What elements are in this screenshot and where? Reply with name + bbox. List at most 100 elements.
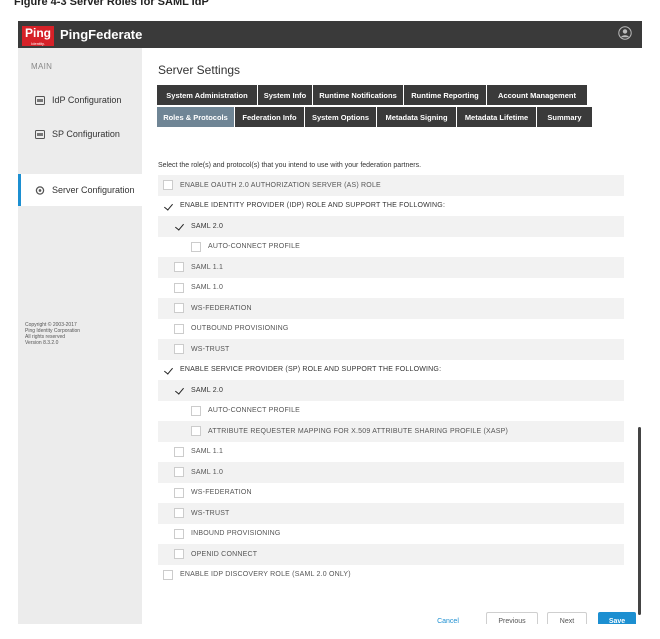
role-option-row[interactable]: AUTO-CONNECT PROFILE (158, 401, 624, 422)
role-option-label: AUTO-CONNECT PROFILE (208, 407, 301, 415)
checkbox-unchecked[interactable] (174, 467, 184, 478)
role-option-row[interactable]: SAML 1.1 (158, 257, 624, 278)
ping-logo[interactable]: Ping Identity. (22, 26, 54, 46)
role-option-label: SAML 1.0 (191, 468, 224, 476)
sp-icon (35, 129, 45, 139)
tab-metadata-signing[interactable]: Metadata Signing (377, 107, 457, 127)
tab-system-administration[interactable]: System Administration (157, 85, 258, 105)
role-option-label: SAML 2.0 (191, 222, 224, 230)
vertical-scrollbar[interactable] (638, 427, 641, 615)
role-option-row[interactable]: INBOUND PROVISIONING (158, 524, 624, 545)
tab-system-options[interactable]: System Options (305, 107, 377, 127)
cancel-button[interactable]: Cancel (428, 612, 468, 625)
sidebar-item-idp-configuration[interactable]: IdP Configuration (18, 84, 142, 116)
role-option-row[interactable]: WS-TRUST (158, 339, 624, 360)
main-content: Server Settings System Administration Sy… (157, 48, 636, 625)
role-option-label: ENABLE OAUTH 2.0 AUTHORIZATION SERVER (A… (180, 181, 381, 189)
role-option-label: SAML 1.1 (191, 448, 224, 456)
next-button[interactable]: Next (547, 612, 587, 624)
checkbox-checked[interactable] (163, 365, 173, 375)
sidebar-item-server-configuration[interactable]: Server Configuration (18, 174, 145, 206)
sidebar: MAIN IdP Configuration SP Configuration … (18, 48, 145, 624)
figure-caption: Figure 4-3 Server Roles for SAML IdP (14, 0, 209, 8)
checkbox-unchecked[interactable] (174, 282, 184, 293)
sidebar-section-label: MAIN (31, 62, 53, 71)
role-option-row[interactable]: WS-FEDERATION (158, 483, 624, 504)
checkbox-unchecked[interactable] (174, 508, 184, 519)
pingfederate-window: Ping Identity. PingFederate MAIN IdP Con… (18, 21, 642, 624)
role-option-label: WS-TRUST (191, 509, 230, 517)
role-option-row[interactable]: ENABLE IDENTITY PROVIDER (IDP) ROLE AND … (158, 196, 624, 217)
tab-row-primary: System Administration System Info Runtim… (157, 85, 588, 105)
sidebar-item-label: Server Configuration (52, 185, 135, 195)
checkbox-unchecked[interactable] (163, 180, 173, 191)
previous-button[interactable]: Previous (486, 612, 538, 624)
checkbox-unchecked[interactable] (174, 528, 184, 539)
role-option-label: SAML 2.0 (191, 386, 224, 394)
role-option-label: WS-TRUST (191, 345, 230, 353)
tab-row-secondary: Roles & Protocols Federation Info System… (157, 107, 593, 127)
role-option-label: SAML 1.0 (191, 284, 224, 292)
role-option-label: INBOUND PROVISIONING (191, 530, 281, 538)
checkbox-unchecked[interactable] (174, 446, 184, 457)
checkbox-unchecked[interactable] (174, 344, 184, 355)
sidebar-item-label: SP Configuration (52, 129, 120, 139)
checkbox-unchecked[interactable] (174, 303, 184, 314)
logo-text: Ping (25, 26, 51, 40)
logo-subtext: Identity. (31, 41, 45, 46)
page-title: Server Settings (158, 63, 241, 77)
tab-runtime-notifications[interactable]: Runtime Notifications (313, 85, 404, 105)
checkbox-unchecked[interactable] (174, 487, 184, 498)
server-gear-icon (35, 185, 45, 195)
top-bar: Ping Identity. PingFederate (18, 21, 642, 48)
role-option-label: WS-FEDERATION (191, 489, 252, 497)
checkbox-checked[interactable] (163, 201, 173, 211)
tab-federation-info[interactable]: Federation Info (235, 107, 305, 127)
checkbox-unchecked[interactable] (174, 549, 184, 560)
copyright-notice: Copyright © 2003-2017 Ping Identity Corp… (25, 322, 80, 346)
role-option-row[interactable]: OPENID CONNECT (158, 544, 624, 565)
checkbox-unchecked[interactable] (191, 241, 201, 252)
checkbox-unchecked[interactable] (191, 405, 201, 416)
sidebar-item-sp-configuration[interactable]: SP Configuration (18, 118, 142, 150)
role-option-row[interactable]: AUTO-CONNECT PROFILE (158, 237, 624, 258)
instructions-text: Select the role(s) and protocol(s) that … (158, 162, 422, 169)
checkbox-unchecked[interactable] (163, 569, 173, 580)
role-option-label: OUTBOUND PROVISIONING (191, 325, 289, 333)
role-option-row[interactable]: WS-FEDERATION (158, 298, 624, 319)
tab-metadata-lifetime[interactable]: Metadata Lifetime (457, 107, 537, 127)
role-option-label: ATTRIBUTE REQUESTER MAPPING FOR X.509 AT… (208, 427, 509, 435)
user-profile-icon[interactable] (618, 26, 632, 40)
roles-list: ENABLE OAUTH 2.0 AUTHORIZATION SERVER (A… (158, 175, 624, 585)
sidebar-item-label: IdP Configuration (52, 95, 122, 105)
tab-system-info[interactable]: System Info (258, 85, 313, 105)
tab-account-management[interactable]: Account Management (487, 85, 588, 105)
role-option-label: ENABLE IDENTITY PROVIDER (IDP) ROLE AND … (180, 202, 446, 210)
product-name: PingFederate (60, 27, 143, 42)
version-line: Version 8.3.2.0 (25, 340, 59, 346)
role-option-label: AUTO-CONNECT PROFILE (208, 243, 301, 251)
role-option-row[interactable]: ENABLE OAUTH 2.0 AUTHORIZATION SERVER (A… (158, 175, 624, 196)
checkbox-checked[interactable] (174, 221, 184, 231)
role-option-label: SAML 1.1 (191, 263, 224, 271)
tab-summary[interactable]: Summary (537, 107, 593, 127)
tab-runtime-reporting[interactable]: Runtime Reporting (404, 85, 487, 105)
checkbox-unchecked[interactable] (174, 323, 184, 334)
role-option-row[interactable]: SAML 1.1 (158, 442, 624, 463)
role-option-row[interactable]: ATTRIBUTE REQUESTER MAPPING FOR X.509 AT… (158, 421, 624, 442)
role-option-row[interactable]: ENABLE IDP DISCOVERY ROLE (SAML 2.0 ONLY… (158, 565, 624, 586)
role-option-row[interactable]: SAML 1.0 (158, 462, 624, 483)
role-option-row[interactable]: SAML 2.0 (158, 380, 624, 401)
role-option-row[interactable]: SAML 1.0 (158, 278, 624, 299)
role-option-label: OPENID CONNECT (191, 550, 258, 558)
role-option-row[interactable]: SAML 2.0 (158, 216, 624, 237)
idp-icon (35, 95, 45, 105)
role-option-row[interactable]: ENABLE SERVICE PROVIDER (SP) ROLE AND SU… (158, 360, 624, 381)
role-option-row[interactable]: OUTBOUND PROVISIONING (158, 319, 624, 340)
checkbox-checked[interactable] (174, 385, 184, 395)
tab-roles-protocols[interactable]: Roles & Protocols (157, 107, 235, 127)
save-button[interactable]: Save (598, 612, 636, 624)
checkbox-unchecked[interactable] (174, 262, 184, 273)
checkbox-unchecked[interactable] (191, 426, 201, 437)
role-option-row[interactable]: WS-TRUST (158, 503, 624, 524)
